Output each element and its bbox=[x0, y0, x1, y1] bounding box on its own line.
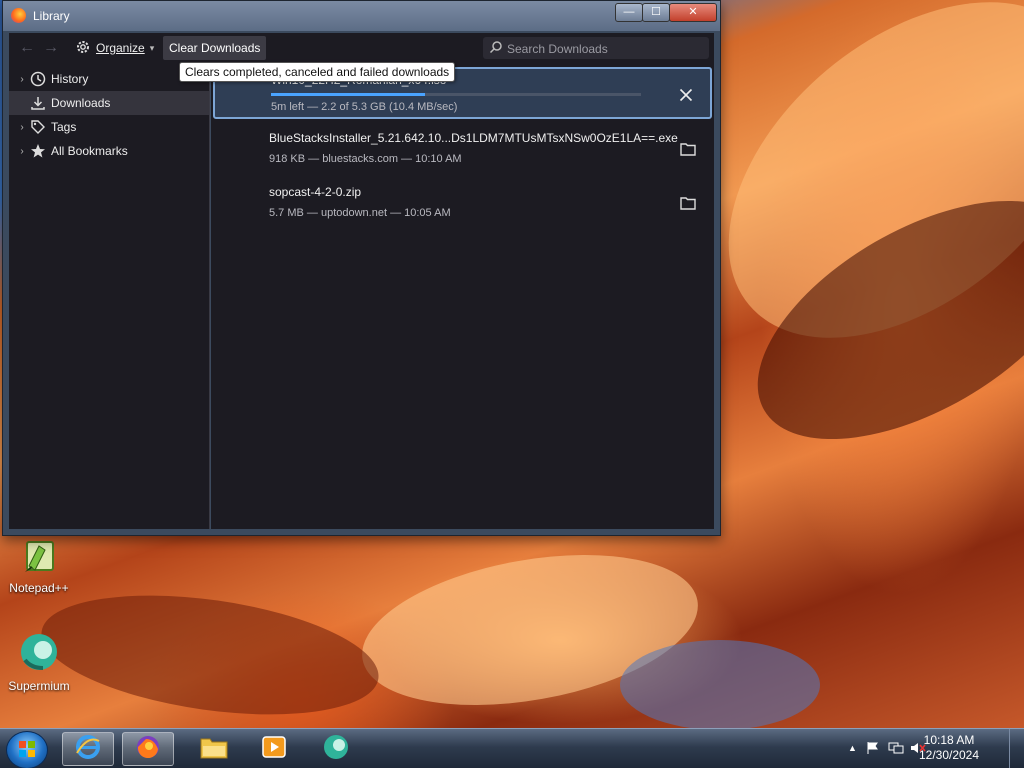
forward-button[interactable]: → bbox=[43, 39, 59, 57]
window-titlebar[interactable]: Library — ☐ ✕ bbox=[3, 1, 720, 31]
desktop-icon-label: Supermium bbox=[8, 679, 70, 693]
file-explorer-icon bbox=[199, 734, 229, 765]
screen: Notepad++ Supermium Library — ☐ ✕ ← → Or… bbox=[0, 0, 1024, 768]
tag-icon bbox=[29, 119, 47, 135]
sidebar-item-tags[interactable]: › Tags bbox=[9, 115, 209, 139]
gear-icon bbox=[75, 39, 91, 58]
sidebar-item-label: All Bookmarks bbox=[51, 144, 128, 158]
download-icon bbox=[29, 95, 47, 111]
chevron-down-icon: ▾ bbox=[149, 42, 155, 53]
start-button[interactable] bbox=[6, 731, 48, 768]
taskbar-file-explorer[interactable] bbox=[188, 732, 240, 766]
media-player-icon bbox=[260, 733, 288, 766]
download-progress-bar bbox=[271, 93, 641, 96]
sidebar-item-label: Tags bbox=[51, 120, 77, 134]
clock-date: 12/30/2024 bbox=[918, 748, 980, 762]
taskbar: ▲ 10:18 AM 12/30/2024 bbox=[0, 728, 1024, 768]
windows-logo-icon bbox=[19, 741, 35, 757]
taskbar-supermium[interactable] bbox=[310, 732, 362, 766]
download-status: 5m left — 2.2 of 5.3 GB (10.4 MB/sec) bbox=[271, 101, 458, 113]
organize-label: Organize bbox=[96, 41, 145, 55]
firefox-icon bbox=[11, 8, 26, 23]
minimize-button[interactable]: — bbox=[615, 3, 643, 22]
rock-shadow bbox=[33, 576, 387, 734]
cancel-x-icon[interactable] bbox=[676, 85, 696, 105]
search-input[interactable] bbox=[505, 39, 705, 59]
download-status: 5.7 MB — uptodown.net — 10:05 AM bbox=[269, 207, 451, 219]
action-center-flag-icon[interactable] bbox=[866, 741, 880, 758]
sidebar-item-all-bookmarks[interactable]: › All Bookmarks bbox=[9, 139, 209, 163]
download-item[interactable]: sopcast-4-2-0.zip 5.7 MB — uptodown.net … bbox=[213, 177, 712, 229]
star-icon bbox=[29, 143, 47, 159]
back-button[interactable]: ← bbox=[19, 39, 35, 57]
internet-explorer-icon bbox=[74, 733, 102, 766]
clock-icon bbox=[29, 71, 47, 87]
window-title: Library bbox=[33, 9, 70, 23]
folder-icon[interactable] bbox=[678, 139, 698, 159]
sky-reflection bbox=[620, 640, 820, 730]
expand-arrow-icon[interactable]: › bbox=[15, 146, 29, 157]
desktop-icon-supermium[interactable]: Supermium bbox=[4, 630, 74, 693]
download-progress-fill bbox=[271, 93, 425, 96]
library-sidebar: › History Downloads › Tags › All Bookmar… bbox=[9, 63, 210, 529]
sidebar-item-label: History bbox=[51, 72, 89, 86]
clear-downloads-tooltip: Clears completed, canceled and failed do… bbox=[179, 62, 456, 82]
folder-icon[interactable] bbox=[678, 193, 698, 213]
taskbar-clock[interactable]: 10:18 AM 12/30/2024 bbox=[914, 733, 984, 763]
network-icon[interactable] bbox=[888, 741, 904, 758]
maximize-button[interactable]: ☐ bbox=[642, 3, 670, 22]
clear-downloads-button[interactable]: Clear Downloads bbox=[163, 36, 267, 60]
download-filename: BlueStacksInstaller_5.21.642.10...Ds1LDM… bbox=[269, 131, 678, 145]
search-icon bbox=[489, 40, 503, 59]
download-status: 918 KB — bluestacks.com — 10:10 AM bbox=[269, 153, 462, 165]
library-window: Library — ☐ ✕ ← → Organize ▾ Clear Downl… bbox=[2, 0, 721, 536]
sidebar-item-label: Downloads bbox=[51, 96, 111, 110]
supermium-icon bbox=[4, 630, 74, 677]
organize-button[interactable]: Organize ▾ bbox=[75, 38, 154, 58]
clock-time: 10:18 AM bbox=[923, 733, 975, 747]
download-item[interactable]: BlueStacksInstaller_5.21.642.10...Ds1LDM… bbox=[213, 123, 712, 175]
download-filename: sopcast-4-2-0.zip bbox=[269, 185, 362, 199]
library-toolbar: ← → Organize ▾ Clear Downloads bbox=[9, 33, 714, 63]
system-tray: ▲ 10:18 AM 12/30/2024 bbox=[824, 729, 1024, 768]
desktop-icon-notepadpp[interactable]: Notepad++ bbox=[4, 538, 74, 595]
downloads-list: Win10_22H2_Romanian_x64.iso 5m left — 2.… bbox=[211, 63, 714, 529]
notepadpp-icon bbox=[4, 538, 74, 579]
show-desktop-button[interactable] bbox=[1009, 729, 1024, 768]
taskbar-ie[interactable] bbox=[62, 732, 114, 766]
taskbar-firefox[interactable] bbox=[122, 732, 174, 766]
taskbar-media-player[interactable] bbox=[248, 732, 300, 766]
firefox-icon bbox=[134, 733, 162, 766]
sidebar-item-downloads[interactable]: Downloads bbox=[9, 91, 209, 115]
show-hidden-icons-button[interactable]: ▲ bbox=[848, 743, 857, 753]
desktop-icon-label: Notepad++ bbox=[9, 581, 69, 595]
close-button[interactable]: ✕ bbox=[669, 3, 717, 22]
supermium-icon bbox=[321, 732, 351, 767]
expand-arrow-icon[interactable]: › bbox=[15, 122, 29, 133]
search-box[interactable] bbox=[483, 37, 709, 59]
expand-arrow-icon[interactable]: › bbox=[15, 74, 29, 85]
